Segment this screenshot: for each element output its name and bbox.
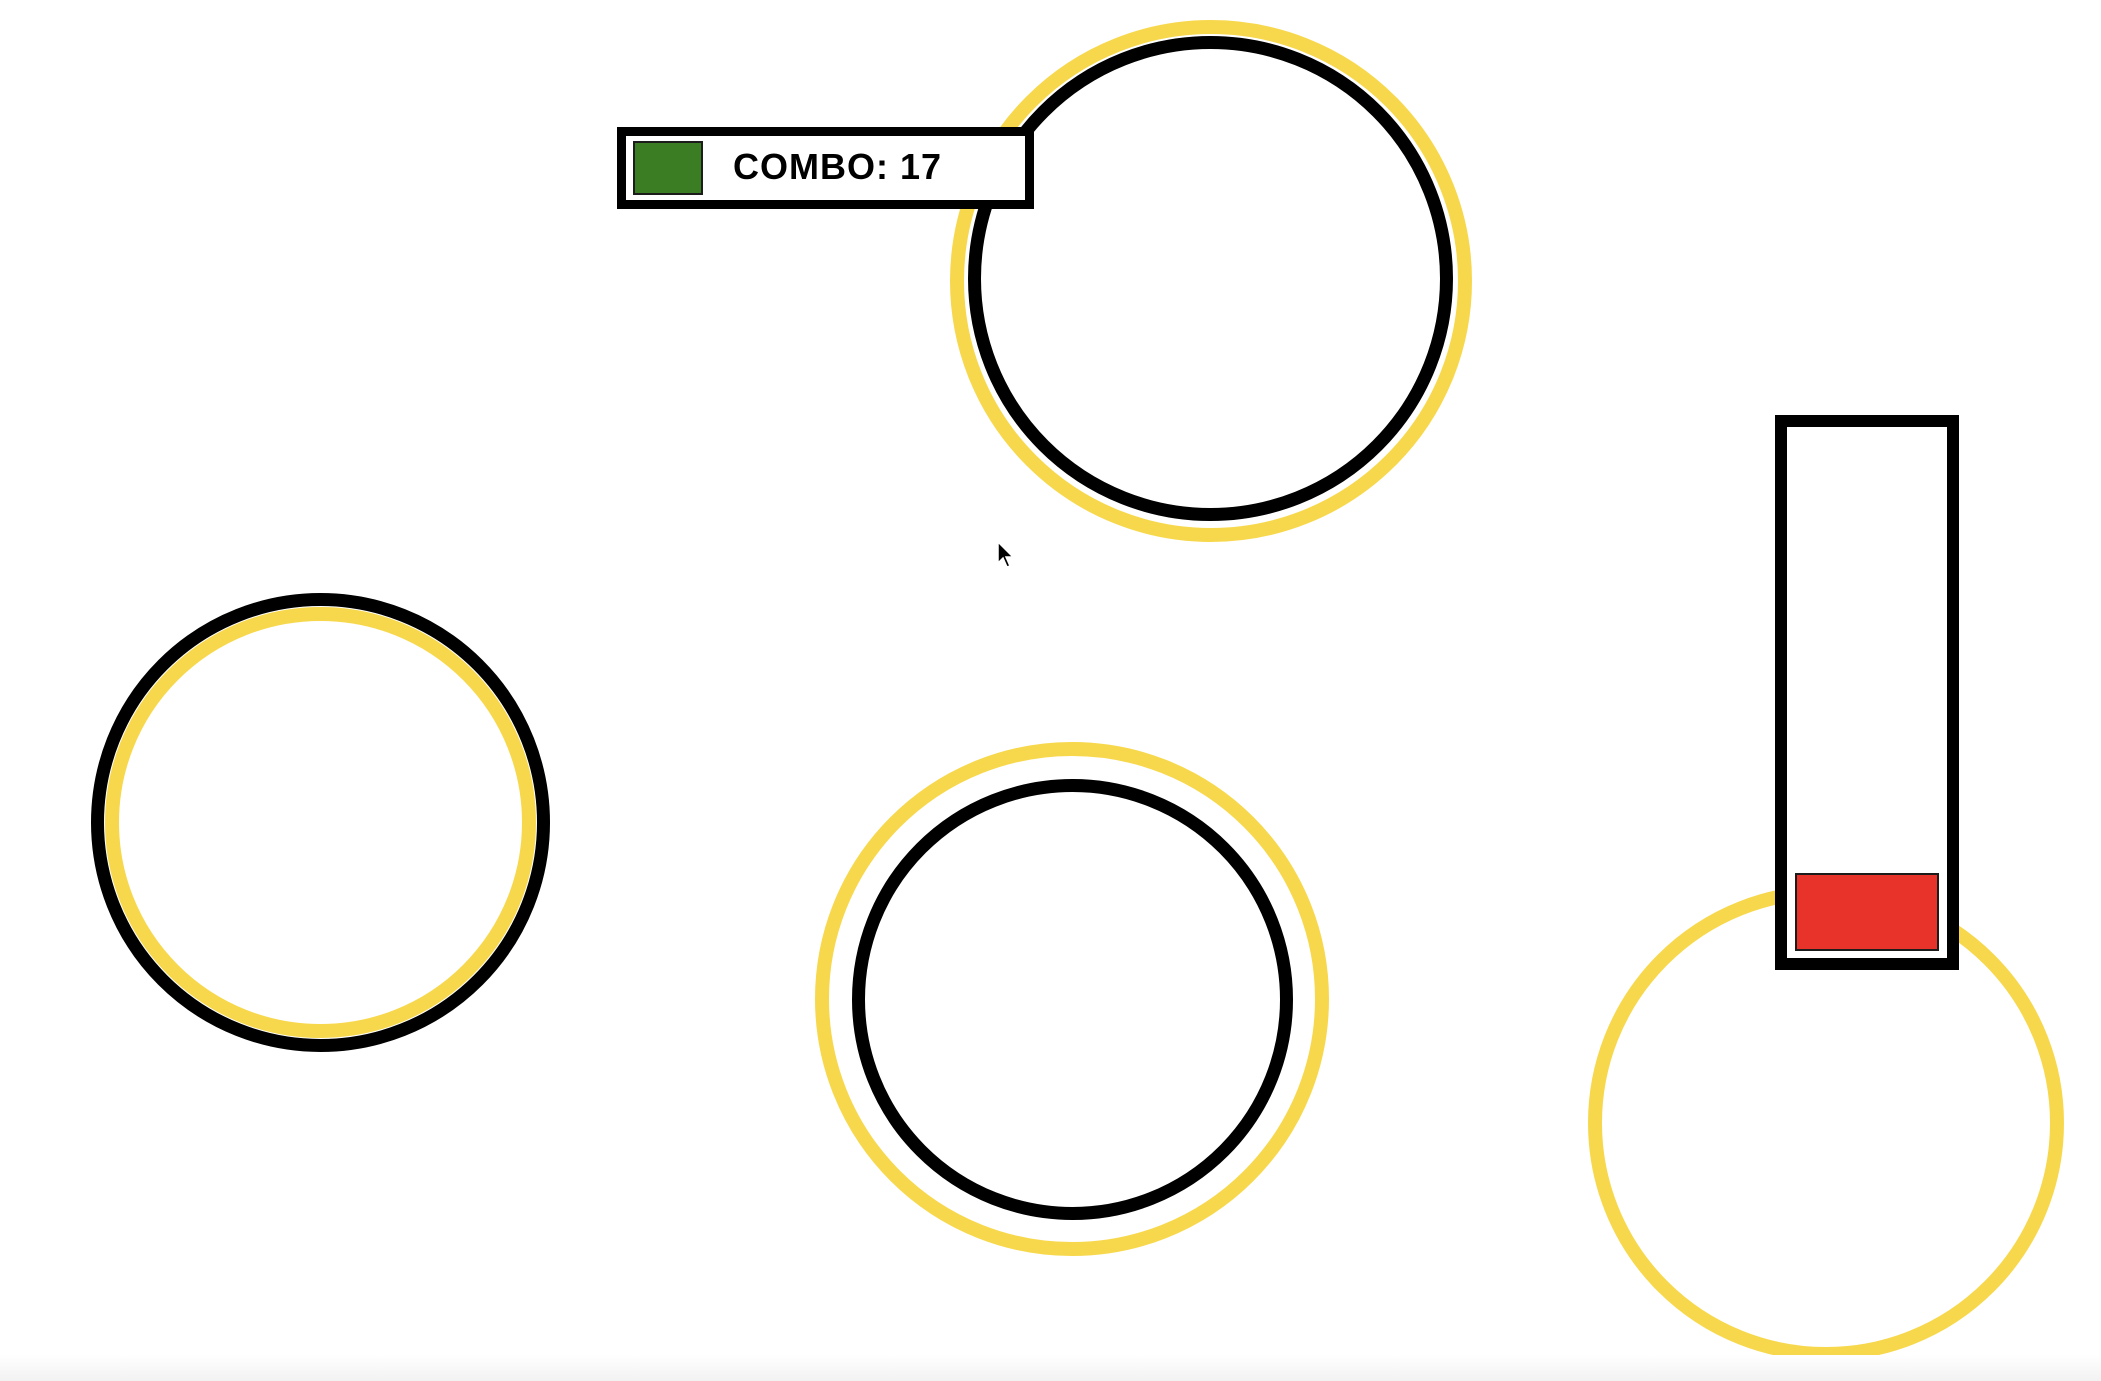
combo-counter: COMBO: 17 [617, 127, 1034, 209]
approach-ring-center [852, 779, 1293, 1220]
health-fill [1795, 873, 1939, 951]
game-canvas[interactable]: COMBO: 17 [0, 0, 2101, 1381]
bottom-edge [0, 1355, 2101, 1381]
approach-ring-top [968, 36, 1453, 521]
combo-color-swatch [633, 141, 703, 195]
combo-label: COMBO: 17 [733, 146, 943, 187]
mouse-pointer-icon [997, 541, 1015, 568]
hit-circle-left[interactable] [105, 607, 536, 1038]
health-meter [1775, 415, 1959, 970]
